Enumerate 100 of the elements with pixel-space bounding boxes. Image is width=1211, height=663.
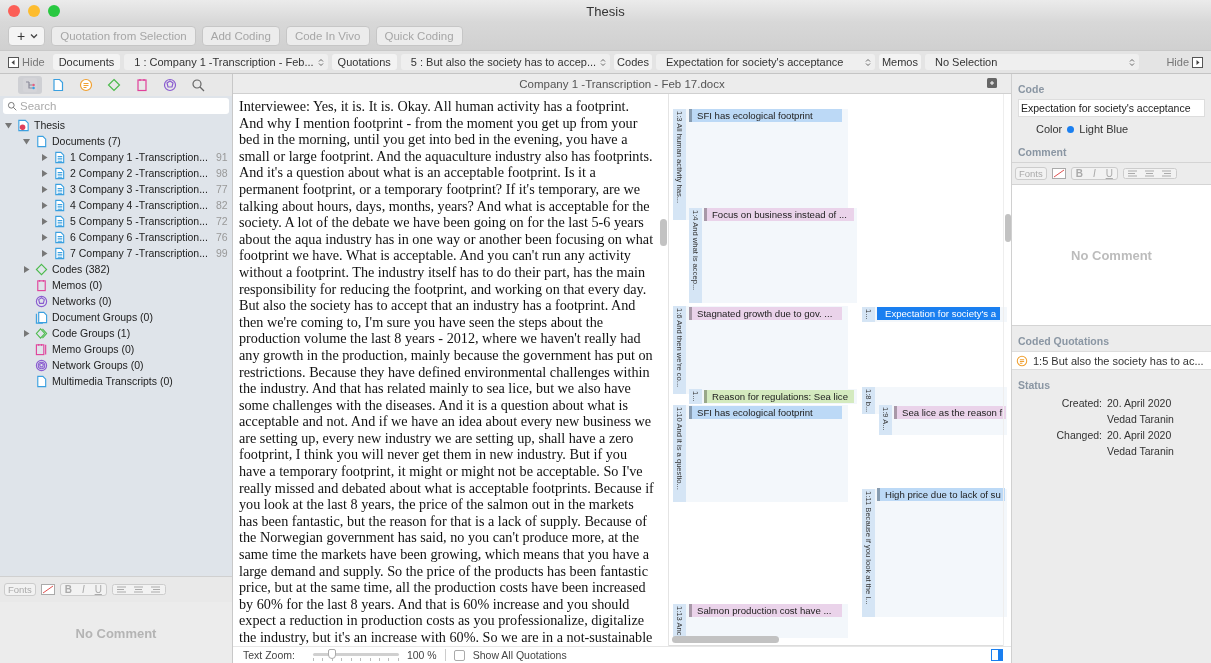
disclosure-triangle[interactable] <box>22 264 31 274</box>
tree-item[interactable]: Network Groups (0) <box>52 359 144 371</box>
color-swatch-icon[interactable] <box>40 584 55 595</box>
tree-item[interactable]: Document Groups (0) <box>52 311 153 323</box>
note-icon <box>135 78 149 92</box>
code-tag[interactable]: Stagnated growth due to gov. ... <box>689 307 842 320</box>
add-button[interactable]: + <box>8 26 46 46</box>
scrollbar-thumb[interactable] <box>672 636 779 643</box>
alignment-icon[interactable] <box>1122 168 1177 179</box>
comment-placeholder: No Comment <box>1071 247 1152 263</box>
documents-icon <box>35 310 48 324</box>
hide-button[interactable]: Hide <box>4 56 49 68</box>
disclosure-triangle[interactable] <box>40 200 49 210</box>
scrollbar-thumb[interactable] <box>1005 214 1011 242</box>
tree-item[interactable]: Thesis <box>34 119 65 131</box>
panel-icon[interactable] <box>991 649 1003 661</box>
networks-icon <box>35 358 48 372</box>
navigator-button[interactable]: Codes <box>614 54 652 70</box>
disclosure-triangle[interactable] <box>40 248 49 258</box>
tree-item[interactable]: Code Groups (1) <box>52 327 131 339</box>
tree-item[interactable]: 7 Company 7 -Transcription... <box>70 247 208 259</box>
disclosure-triangle[interactable] <box>40 152 49 162</box>
code-tag[interactable]: SFI has ecological footprint <box>689 109 842 122</box>
tree-item[interactable]: 6 Company 6 -Transcription... <box>70 231 208 243</box>
tree-item[interactable]: Networks (0) <box>52 295 112 307</box>
sidebar-tab[interactable] <box>18 76 42 94</box>
navigator-dropdown[interactable]: No Selection <box>924 54 1139 70</box>
disclosure-triangle[interactable] <box>4 120 13 130</box>
search-field[interactable]: Search <box>3 98 229 114</box>
document-icon <box>35 374 48 388</box>
color-swatch-icon[interactable] <box>1051 168 1066 179</box>
disclosure-triangle[interactable] <box>40 184 49 194</box>
status-date: 20. April 2020 <box>1107 397 1173 409</box>
tree-item[interactable]: 1 Company 1 -Transcription... <box>70 151 208 163</box>
code-tag[interactable]: Salmon production cost have ... <box>689 604 842 617</box>
code-tag[interactable]: Sea lice as the reason f <box>894 406 1007 419</box>
document-icon <box>53 198 66 212</box>
caret-icon <box>30 33 39 39</box>
document-icon <box>53 150 66 164</box>
zoom-label: Text Zoom: <box>243 649 295 661</box>
checkbox[interactable] <box>453 649 465 661</box>
disclosure-triangle[interactable] <box>40 232 49 242</box>
code-tag[interactable]: SFI has ecological footprint <box>689 406 842 419</box>
tree-item[interactable]: 4 Company 4 -Transcription... <box>70 199 208 211</box>
status-date: 20. April 2020 <box>1107 429 1173 441</box>
zoom-slider[interactable] <box>312 649 399 661</box>
quote-icon <box>1016 354 1028 367</box>
navigator-button[interactable]: Documents <box>52 54 121 70</box>
tree-item[interactable]: 5 Company 5 -Transcription... <box>70 215 208 227</box>
code-tag[interactable]: Expectation for society's a <box>877 307 1001 320</box>
status-user: Vedad Taranin <box>1107 413 1175 425</box>
network-icon <box>35 294 48 308</box>
checkbox-label[interactable]: Show All Quotations <box>472 649 567 661</box>
document-icon <box>53 166 66 180</box>
window-title: Thesis <box>586 3 625 19</box>
note-icon <box>35 278 48 292</box>
tree-item[interactable]: 2 Company 2 -Transcription... <box>70 167 208 179</box>
code-tag[interactable]: High price due to lack of su <box>877 488 1005 501</box>
expand-icon[interactable] <box>987 78 997 88</box>
document-icon <box>53 214 66 228</box>
tree-item[interactable]: Memos (0) <box>52 279 103 291</box>
tree-item[interactable]: Codes (382) <box>52 263 110 275</box>
color-name[interactable]: Light Blue <box>1079 123 1129 135</box>
zoom-button[interactable] <box>48 5 60 17</box>
project-icon <box>17 118 30 132</box>
tree-item[interactable]: Memo Groups (0) <box>52 343 135 355</box>
code-tag[interactable]: Focus on business instead of ... <box>704 208 854 221</box>
tree-item[interactable]: Documents (7) <box>52 135 121 147</box>
section-heading: Code <box>1017 82 1046 97</box>
diamonds-icon <box>35 326 48 340</box>
disclosure-triangle[interactable] <box>22 328 31 338</box>
section-heading: Status <box>1017 378 1052 393</box>
diamond-icon <box>107 78 121 92</box>
item-count: 99 <box>214 247 228 259</box>
tree-item[interactable]: 3 Company 3 -Transcription... <box>70 183 208 195</box>
quote-icon <box>79 78 93 92</box>
navigator-button[interactable]: Quotations <box>331 54 397 70</box>
document-icon <box>51 78 65 92</box>
stepper-icon <box>864 57 871 67</box>
tree-icon <box>23 78 37 92</box>
code-tag[interactable]: Reason for regulations: Sea lice <box>704 390 854 403</box>
section-heading: Comment <box>1017 145 1068 160</box>
alignment-icon[interactable] <box>111 584 166 595</box>
disclosure-triangle[interactable] <box>40 216 49 226</box>
code-name-field[interactable]: Expectation for society's acceptance <box>1018 99 1205 117</box>
document-text: Interviewee: Yes, it is. It is. Okay. All human activity has a footprint. And why I mention footprint - from the moment you get up from your bed in the morning, until you get into bed in the evening, you have a small or large footprint. And the aquaculture industry also has footprints. And it's a question about what is an acceptable footprint. Is it a permanent footprint, or a temporary footprint? If it's temporary, are we talking about hours, days, months, years? And what is acceptable for the society. A lot of the debate we have been going on for the last 5-6 years about the aqua industry has in one way or another been focusing on what footprint we have. What is acceptable. And you can't run any activity without a footprint. The industry itself has to do their part, has the main responsibility for reducing the footprint, and working on that every day. But also the society has to accept that an industry has a footprint. And then we're coming to, I'm sure you have seen the steps about the production volume the last 8 years - 2012, where we haven't really had any growth in the production, mainly because the government has put on restrictions. Because they have defined environmental challenges within the industry. And that has related mainly to sea lice, but we also have some challenges with the diseases. And it is a question about what is acceptable and not. And if we have an idea about every new business we are setting up, every new industry we are setting up, shall have a zero footprint, I think you will never get them in new industry. But if you have a temporary footprint, it might or might not be acceptable. So I've really missed and debated about what is acceptable footprints. Because if you look at the last 8 years, the price of the salmon out in the markets has been fantastic, but the reason for that is a lack of supply. Because of the Norwegian government has said, no you can't produce more, at the same time the markets have been growing, which means that you have a large demand and supply. So the price of the products has been fantastic price, but at the same time, all the production costs have been increased by 60% for the last 8 years. And that is 60% increase and you should expect a reduction in production costs as you professionalize, digitalize the industry, but it's an increase with 60%. So we are in a not-sustainable <box>239 98 654 646</box>
scrollbar-thumb[interactable] <box>660 219 667 246</box>
navigator-dropdown[interactable]: 5 : But also the society has to accep... <box>400 54 611 70</box>
navigator-dropdown[interactable]: Expectation for society's acceptance <box>655 54 875 70</box>
item-count: 98 <box>214 167 228 179</box>
navigator-button[interactable]: Memos <box>878 54 921 70</box>
item-count: 72 <box>214 215 228 227</box>
navigator-dropdown[interactable]: 1 : Company 1 -Transcription - Feb... <box>124 54 328 70</box>
item-count: 82 <box>214 199 228 211</box>
disclosure-triangle[interactable] <box>40 168 49 178</box>
comment-placeholder: No Comment <box>75 625 157 641</box>
close-button[interactable] <box>8 5 20 17</box>
disclosure-triangle[interactable] <box>22 136 31 146</box>
hide-button[interactable]: Hide <box>1162 56 1207 68</box>
tree-item[interactable]: Multimedia Transcripts (0) <box>52 375 173 387</box>
